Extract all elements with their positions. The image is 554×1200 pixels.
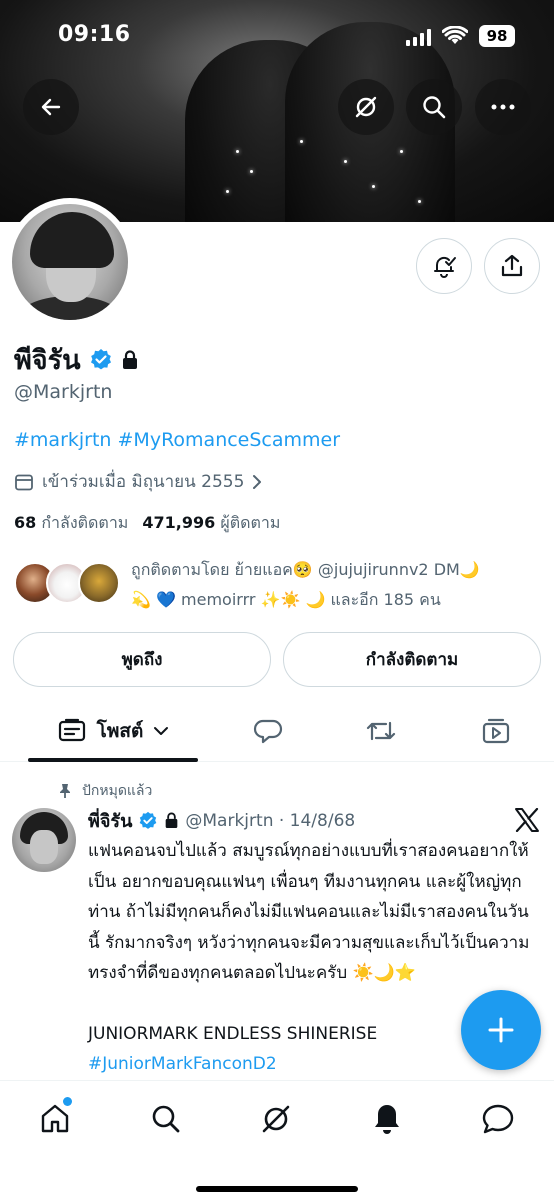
following-count: 68 [14,513,37,532]
nav-search[interactable] [146,1099,186,1139]
compose-post-button[interactable] [461,990,541,1070]
tab-posts-label: โพสต์ [96,720,144,742]
chevron-right-icon [253,474,262,489]
media-icon [482,718,510,744]
tab-posts[interactable]: โพสต์ [28,700,198,762]
wifi-icon [442,26,468,44]
tab-reposts[interactable] [360,700,402,762]
search-icon [152,1105,180,1133]
nav-home[interactable] [35,1097,75,1139]
home-indicator [196,1186,358,1192]
grok-button[interactable] [338,79,394,135]
banner-sparkle [418,200,421,203]
profile-name: พีจิรัน [14,345,81,376]
following-button[interactable]: กำลังติดตาม [283,632,541,687]
banner-sparkle [226,190,229,193]
followed-by-line: 💫 💙 memoirrr ✨☀️ 🌙 และอีก 185 คน [131,590,441,609]
follow-counts: 68 กำลังติดตาม 471,996 ผู้ติดตาม [14,511,280,536]
messages-icon [482,1104,514,1134]
active-tab-indicator [28,758,198,762]
share-icon [501,254,523,277]
post-handle-date: @Markjrtn · 14/8/68 [185,810,356,831]
unread-dot [63,1097,72,1106]
nav-grok[interactable] [256,1099,296,1139]
bell-icon [375,1105,399,1134]
lock-icon [122,349,137,369]
followers-stat[interactable]: 471,996 ผู้ติดตาม [142,511,280,536]
profile-name-row: พีจิรัน [14,338,139,381]
plus-icon [488,1017,514,1043]
verified-badge-icon[interactable] [89,348,113,372]
cellular-signal-icon [406,28,431,46]
join-date-text: เข้าร่วมเมื่อ มิถุนายน 2555 [42,472,245,492]
battery-indicator: 98 [479,25,515,47]
banner-sparkle [344,160,347,163]
grok-icon [262,1105,290,1133]
nav-messages[interactable] [478,1099,518,1139]
post-author-avatar[interactable] [12,808,76,872]
avatar[interactable] [78,562,120,604]
calendar-icon [15,474,33,490]
followed-by-line: ถูกติดตามโดย ย้ายแอค🥺 @jujujirunnv2 DM🌙 [131,560,480,579]
search-button[interactable] [406,79,462,135]
verified-badge-icon[interactable] [138,811,158,831]
post-header: พี่จิรัน @Markjrtn · 14/8/68 [88,806,355,835]
chevron-down-icon [154,727,169,735]
banner-sparkle [236,150,239,153]
share-button[interactable] [484,238,540,294]
banner-sparkle [400,150,403,153]
status-time: 09:16 [58,22,131,47]
banner-sparkle [250,170,253,173]
following-stat[interactable]: 68 กำลังติดตาม [14,511,128,536]
pin-icon [60,784,70,798]
profile-tabs: โพสต์ [0,700,554,762]
back-button[interactable] [23,79,79,135]
followers-count: 471,996 [142,513,216,532]
grok-icon [355,96,377,118]
banner-sparkle [372,185,375,188]
profile-bio-hashtags[interactable]: #markjrtn #MyRomanceScammer [14,429,340,451]
post-text: แฟนคอนจบไปแล้ว สมบูรณ์ทุกอย่างแบบที่เราส… [88,841,530,983]
ellipsis-icon [491,104,515,110]
notifications-subscribe-button[interactable] [416,238,472,294]
post-author-name[interactable]: พี่จิรัน [88,806,132,835]
bottom-navigation [0,1080,554,1200]
join-date-row[interactable]: เข้าร่วมเมื่อ มิถุนายน 2555 [14,468,262,495]
reply-icon [253,719,283,744]
arrow-left-icon [41,98,61,116]
profile-avatar[interactable] [6,198,134,326]
mention-button[interactable]: พูดถึง [13,632,271,687]
avatar [12,204,128,320]
more-options-button[interactable] [475,79,531,135]
following-label: กำลังติดตาม [41,513,129,532]
pinned-label: ปักหมุดแล้ว [82,783,153,799]
x-logo-icon [515,808,539,832]
lock-icon [166,812,178,828]
home-icon [41,1104,69,1133]
bell-check-icon [434,256,456,278]
pinned-label-row: ปักหมุดแล้ว [58,780,152,802]
search-icon [423,96,446,119]
followed-by-text[interactable]: ถูกติดตามโดย ย้ายแอค🥺 @jujujirunnv2 DM🌙 … [131,555,541,615]
banner-sparkle [300,140,303,143]
nav-notifications[interactable] [367,1099,407,1139]
followers-label: ผู้ติดตาม [220,513,281,532]
tab-replies[interactable] [247,700,289,762]
posts-icon [58,718,85,742]
status-bar: 09:16 98 [0,22,554,54]
profile-handle: @Markjrtn [14,381,113,403]
repost-icon [366,721,396,741]
tab-media[interactable] [475,700,517,762]
